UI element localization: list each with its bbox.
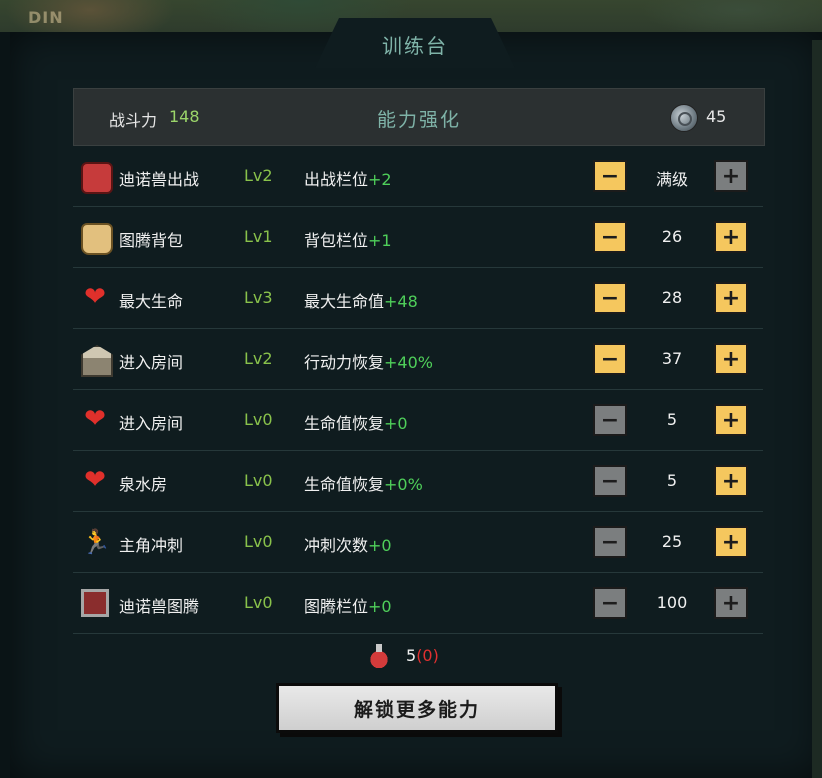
runner-icon: 🏃	[81, 528, 111, 556]
upgrade-level: Lv2	[244, 349, 273, 368]
upgrade-level: Lv0	[244, 471, 273, 490]
corner-logo: DIN	[28, 8, 64, 27]
upgrade-cost: 28	[661, 288, 683, 307]
effect-bonus: +0%	[384, 475, 423, 494]
unlock-more-button[interactable]: 解锁更多能力	[276, 683, 558, 733]
upgrade-cost: 5	[666, 410, 678, 429]
increase-button[interactable]: +	[714, 343, 748, 375]
upgrade-name: 进入房间	[119, 414, 184, 433]
effect-bonus: +40%	[384, 353, 433, 372]
upgrade-cost: 37	[661, 349, 683, 368]
decrease-button[interactable]: −	[593, 160, 627, 192]
decrease-button[interactable]: −	[593, 465, 627, 497]
upgrade-cost: 26	[661, 227, 683, 246]
decrease-button[interactable]: −	[593, 404, 627, 436]
upgrade-effect: 最大生命值+48	[304, 292, 418, 311]
upgrade-effect: 生命值恢复+0	[304, 414, 408, 433]
upgrade-cost: 满级	[655, 170, 688, 189]
increase-button[interactable]: +	[714, 526, 748, 558]
header-bar: 战斗力 148 能力强化 45	[73, 88, 765, 146]
increase-button[interactable]: +	[714, 160, 748, 192]
upgrade-effect: 行动力恢复+40%	[304, 353, 433, 372]
upgrade-level: Lv1	[244, 227, 273, 246]
upgrade-name: 迪诺兽出战	[119, 170, 200, 189]
increase-button[interactable]: +	[714, 465, 748, 497]
upgrade-row: ❤ 最大生命 Lv3 最大生命值+48 − 28 +	[73, 268, 763, 329]
upgrade-row: ❤ 进入房间 Lv0 生命值恢复+0 − 5 +	[73, 390, 763, 451]
coin-value: 45	[706, 107, 727, 126]
effect-bonus: +0	[384, 414, 408, 433]
upgrade-level: Lv3	[244, 288, 273, 307]
potion-counter: 5(0)	[368, 642, 488, 672]
decrease-button[interactable]: −	[593, 526, 627, 558]
decrease-button[interactable]: −	[593, 221, 627, 253]
effect-bonus: +0	[368, 597, 392, 616]
increase-button[interactable]: +	[714, 587, 748, 619]
upgrade-name: 迪诺兽图腾	[119, 597, 200, 616]
effect-bonus: +2	[368, 170, 392, 189]
potion-pending: (0)	[416, 646, 439, 665]
upgrade-name: 最大生命	[119, 292, 184, 311]
upgrade-level: Lv0	[244, 532, 273, 551]
decrease-button[interactable]: −	[593, 343, 627, 375]
increase-button[interactable]: +	[714, 404, 748, 436]
panel-edge	[812, 40, 822, 778]
heart-icon: ❤	[84, 282, 106, 312]
upgrade-effect: 冲刺次数+0	[304, 536, 392, 555]
effect-bonus: +48	[384, 292, 418, 311]
increase-button[interactable]: +	[714, 221, 748, 253]
upgrade-list: 迪诺兽出战 Lv2 出战栏位+2 − 满级 + 图腾背包 Lv1 背包栏位+1 − 26 + ❤ 最大生命…	[73, 146, 763, 634]
upgrade-name: 主角冲刺	[119, 536, 184, 555]
upgrade-level: Lv2	[244, 166, 273, 185]
decrease-button[interactable]: −	[593, 282, 627, 314]
upgrade-name: 图腾背包	[119, 231, 184, 250]
dino-battle-icon	[81, 162, 113, 194]
upgrade-name: 泉水房	[119, 475, 168, 494]
upgrade-row: 进入房间 Lv2 行动力恢复+40% − 37 +	[73, 329, 763, 390]
upgrade-row: ❤ 泉水房 Lv0 生命值恢复+0% − 5 +	[73, 451, 763, 512]
upgrade-row: 迪诺兽图腾 Lv0 图腾栏位+0 − 100 +	[73, 573, 763, 634]
upgrade-cost: 5	[666, 471, 678, 490]
bag-icon	[81, 223, 113, 255]
upgrade-cost: 25	[661, 532, 683, 551]
totem-icon	[81, 589, 109, 617]
upgrade-effect: 出战栏位+2	[304, 170, 392, 189]
effect-bonus: +1	[368, 231, 392, 250]
heart-plus-icon: ❤	[84, 465, 106, 495]
section-title: 能力强化	[376, 109, 461, 131]
increase-button[interactable]: +	[714, 282, 748, 314]
upgrade-effect: 背包栏位+1	[304, 231, 392, 250]
upgrade-effect: 图腾栏位+0	[304, 597, 392, 616]
upgrade-row: 迪诺兽出战 Lv2 出战栏位+2 − 满级 +	[73, 146, 763, 207]
potion-icon	[368, 644, 390, 668]
upgrade-row: 图腾背包 Lv1 背包栏位+1 − 26 +	[73, 207, 763, 268]
decrease-button[interactable]: −	[593, 587, 627, 619]
panel-title: 训练台	[382, 34, 448, 58]
room-icon	[81, 345, 113, 377]
upgrade-cost: 100	[656, 593, 688, 612]
upgrade-row: 🏃 主角冲刺 Lv0 冲刺次数+0 − 25 +	[73, 512, 763, 573]
upgrade-effect: 生命值恢复+0%	[304, 475, 423, 494]
upgrade-level: Lv0	[244, 410, 273, 429]
upgrade-name: 进入房间	[119, 353, 184, 372]
spiral-coin-icon	[670, 104, 698, 132]
effect-bonus: +0	[368, 536, 392, 555]
heart-arrow-icon: ❤	[84, 404, 106, 434]
potion-count: 5(0)	[406, 646, 439, 665]
upgrade-level: Lv0	[244, 593, 273, 612]
